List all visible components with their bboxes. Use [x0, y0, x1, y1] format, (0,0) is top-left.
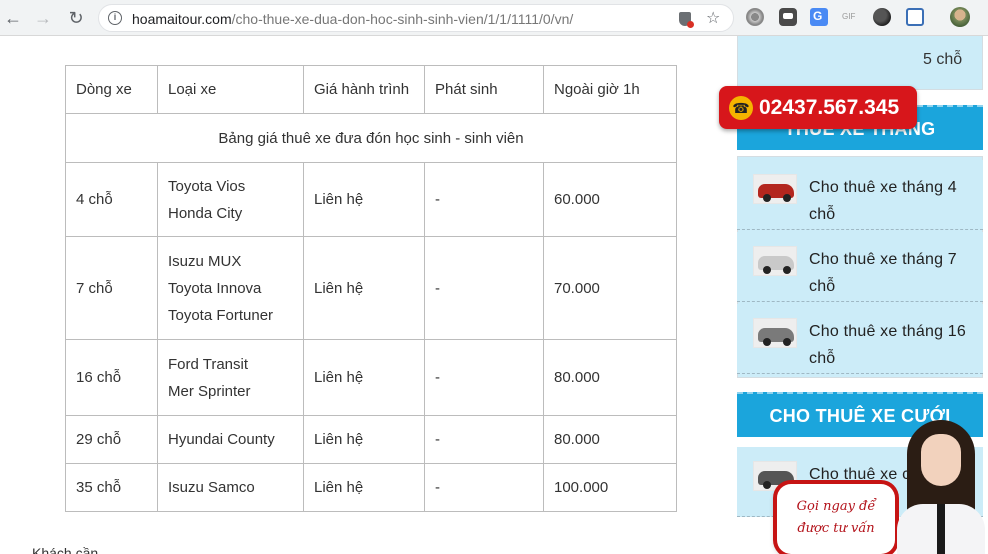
cell-line: 35 chỗ [65, 463, 158, 512]
model-name: Mer Sprinter [168, 382, 251, 400]
hotline-badge[interactable]: ☎ 02437.567.345 [719, 86, 917, 129]
model-name: Toyota Vios [168, 177, 246, 195]
forward-arrow-icon[interactable]: → [33, 8, 53, 28]
header-overtime: Ngoài giờ 1h [543, 65, 677, 114]
cell-price: Liên hệ [303, 463, 425, 512]
cell-price: Liên hệ [303, 162, 425, 237]
phone-icon: ☎ [729, 96, 753, 120]
table-row: 4 chỗ Toyota Vios Honda City Liên hệ - 60… [65, 162, 677, 237]
cell-extra: - [424, 236, 544, 340]
call-now-line: Gọi ngay để [796, 499, 876, 514]
cell-overtime: 100.000 [543, 463, 677, 512]
sidebar-item-label: Cho thuê xe tháng 4 chỗ [809, 179, 957, 223]
car-thumbnail-icon [753, 318, 797, 348]
cell-models: Hyundai County [157, 415, 304, 464]
site-info-icon[interactable]: i [108, 11, 122, 25]
sidebar-item-monthly-7[interactable]: Cho thuê xe tháng 7 chỗ [737, 232, 983, 302]
blocked-content-icon[interactable] [679, 12, 694, 28]
bookmark-star-icon[interactable]: ☆ [706, 8, 720, 28]
sidebar-item-label: 5 chỗ [923, 51, 963, 68]
cell-price: Liên hệ [303, 339, 425, 416]
model-name: Hyundai County [168, 431, 275, 448]
car-thumbnail-icon [753, 174, 797, 204]
cell-overtime: 60.000 [543, 162, 677, 237]
cell-extra: - [424, 162, 544, 237]
sidebar-item-monthly-16[interactable]: Cho thuê xe tháng 16 chỗ [737, 304, 983, 374]
extension-ball-icon[interactable] [873, 8, 891, 26]
cell-extra: - [424, 415, 544, 464]
screenshot-extension-icon[interactable] [906, 8, 924, 26]
sidebar-item-label: Cho thuê xe tháng 16 chỗ [809, 323, 967, 367]
model-name: Isuzu Samco [168, 479, 255, 496]
page-content: Bảng giá thuê xe đưa đón học sinh - sinh… [0, 36, 988, 554]
cell-line: 7 chỗ [65, 236, 158, 340]
cell-models: Isuzu MUX Toyota Innova Toyota Fortuner [157, 236, 304, 340]
cell-overtime: 80.000 [543, 339, 677, 416]
profile-avatar-icon[interactable] [950, 7, 970, 27]
extension-settings-icon[interactable] [746, 8, 764, 26]
model-name: Ford Transit [168, 355, 249, 373]
address-bar[interactable]: i hoamaitour.com/cho-thue-xe-dua-don-hoc… [98, 4, 734, 32]
price-table: Bảng giá thuê xe đưa đón học sinh - sinh… [65, 65, 677, 512]
car-thumbnail-icon [753, 246, 797, 276]
back-arrow-icon[interactable]: ← [3, 8, 23, 28]
cell-price: Liên hệ [303, 236, 425, 340]
model-name: Isuzu MUX [168, 252, 242, 270]
header-line: Dòng xe [65, 65, 158, 114]
cell-models: Ford Transit Mer Sprinter [157, 339, 304, 416]
table-row: 29 chỗ Hyundai County Liên hệ - 80.000 [65, 415, 677, 464]
url-text[interactable]: hoamaitour.com/cho-thue-xe-dua-don-hoc-s… [132, 11, 573, 27]
consultant-avatar[interactable] [893, 420, 988, 554]
table-caption-row: Bảng giá thuê xe đưa đón học sinh - sinh… [65, 113, 677, 163]
call-now-line: được tư vấn [797, 521, 875, 536]
translate-icon[interactable] [810, 8, 828, 26]
header-extra: Phát sinh [424, 65, 544, 114]
table-header-row: Dòng xe Loại xe Giá hành trình Phát sinh… [65, 65, 677, 114]
call-now-bubble[interactable]: Gọi ngay để được tư vấn [777, 484, 895, 554]
table-row: 7 chỗ Isuzu MUX Toyota Innova Toyota Fortu… [65, 236, 677, 340]
sidebar-item-label: Cho thuê xe tháng 7 chỗ [809, 251, 957, 295]
cell-overtime: 70.000 [543, 236, 677, 340]
cell-extra: - [424, 463, 544, 512]
model-name: Honda City [168, 204, 243, 222]
gif-extension-icon[interactable]: GIF [842, 8, 860, 26]
cell-line: 29 chỗ [65, 415, 158, 464]
header-model: Loại xe [157, 65, 304, 114]
cell-price: Liên hệ [303, 415, 425, 464]
sidebar-item-monthly-4[interactable]: Cho thuê xe tháng 4 chỗ [737, 160, 983, 230]
cell-overtime: 80.000 [543, 415, 677, 464]
cell-line: 4 chỗ [65, 162, 158, 237]
cell-extra: - [424, 339, 544, 416]
table-row: 16 chỗ Ford Transit Mer Sprinter Liên hệ … [65, 339, 677, 416]
cell-models: Isuzu Samco [157, 463, 304, 512]
table-row: 35 chỗ Isuzu Samco Liên hệ - 100.000 [65, 463, 677, 512]
sidebar-item-5-seat[interactable]: 5 chỗ [737, 36, 983, 90]
note-text: Khách cần ... [32, 545, 114, 554]
reload-icon[interactable]: ↻ [66, 8, 86, 28]
table-caption: Bảng giá thuê xe đưa đón học sinh - sinh… [65, 113, 677, 163]
header-price: Giá hành trình [303, 65, 425, 114]
extension-tabs-icon[interactable] [779, 8, 797, 26]
hotline-number: 02437.567.345 [759, 96, 900, 119]
cell-models: Toyota Vios Honda City [157, 162, 304, 237]
browser-toolbar: ← → ↻ i hoamaitour.com/cho-thue-xe-dua-d… [0, 0, 988, 36]
model-name: Toyota Fortuner [168, 306, 274, 324]
model-name: Toyota Innova [168, 279, 262, 297]
cell-line: 16 chỗ [65, 339, 158, 416]
